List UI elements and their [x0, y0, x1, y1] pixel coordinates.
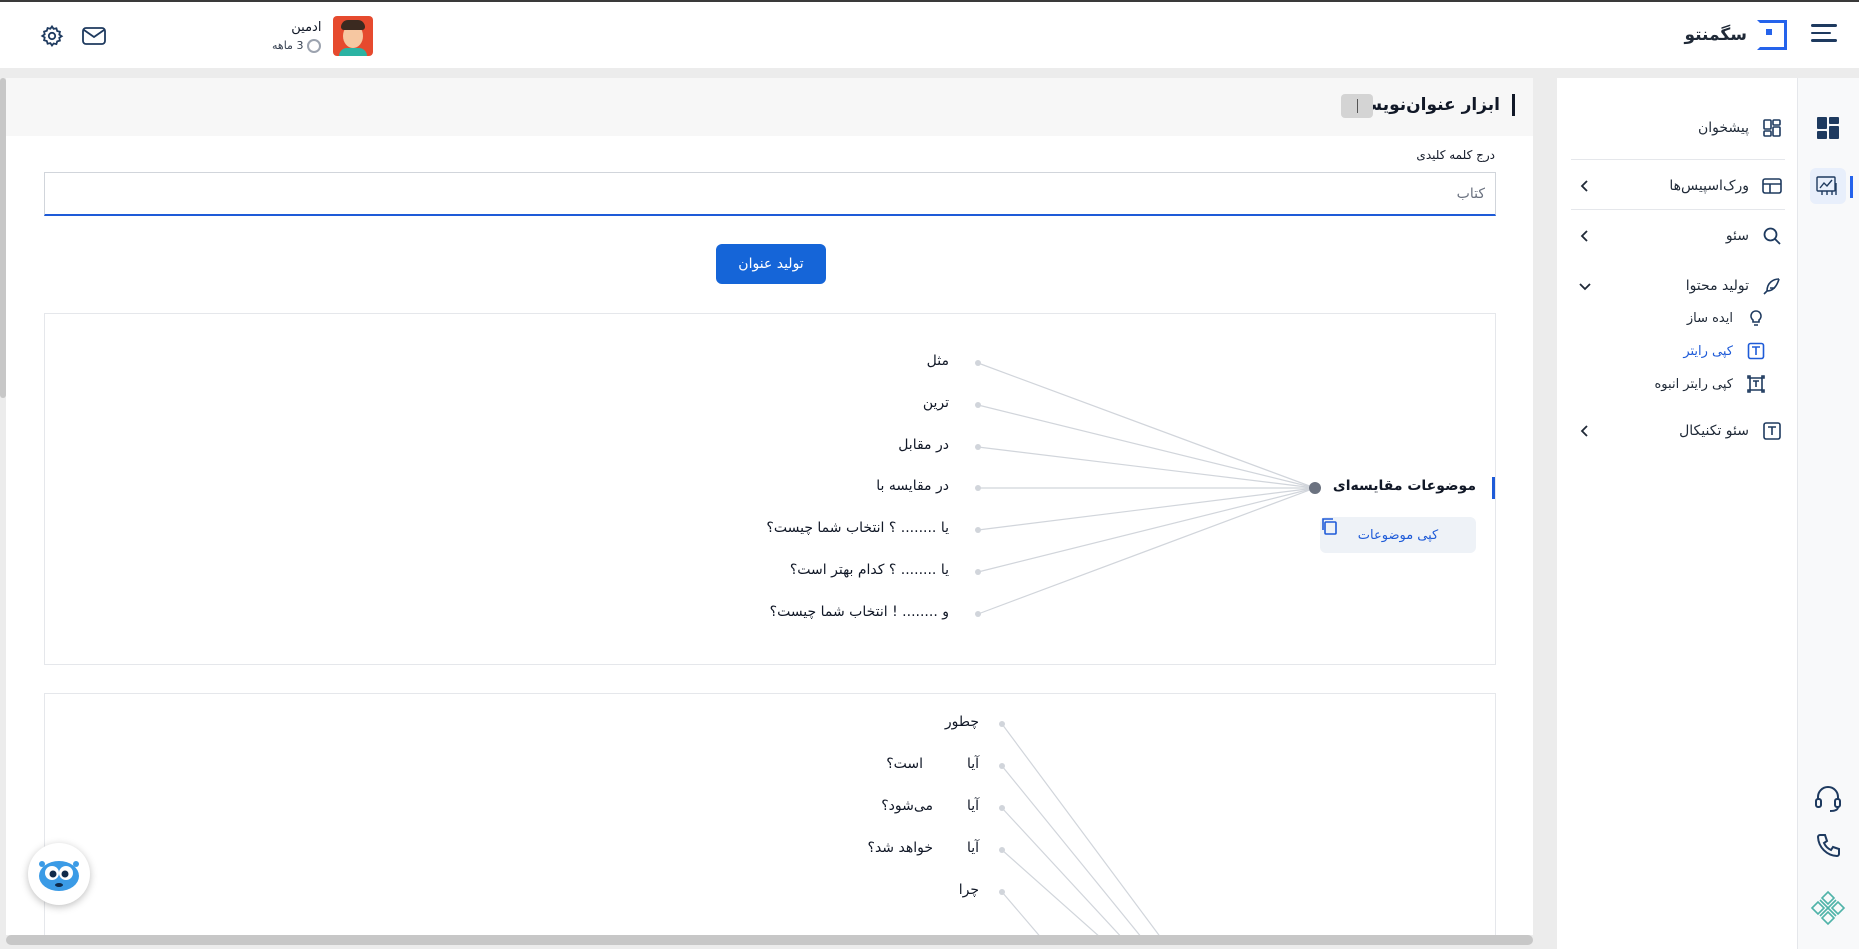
chevron-left-icon[interactable]: [1575, 421, 1595, 441]
top-bar: سگمنتو ادمین 3 ماهه: [0, 0, 1859, 68]
phone-icon[interactable]: [1810, 828, 1846, 864]
keyword-field-label: درج کلمه کلیدی: [1416, 148, 1495, 162]
root-label: موضوعات مقایسه‌ای: [1332, 478, 1476, 494]
feather-icon: [1761, 275, 1783, 297]
tree-leaf: ترین: [922, 395, 949, 411]
plan-status-icon: [307, 38, 322, 53]
search-icon: [1761, 225, 1783, 247]
tree-leaf-lead: آیا: [966, 756, 979, 772]
tree-leaf-tail: است؟: [886, 756, 923, 772]
tree-leaf-lead: آیا: [966, 798, 979, 814]
tree-leaf-tail: می‌شود؟: [881, 798, 933, 814]
sidebar-subitem-bulk-copywriter[interactable]: کپی رایتر انبوه: [1589, 369, 1767, 399]
sidebar-toggle-button[interactable]: [1341, 94, 1373, 118]
sidebar-subitem-label: کپی رایتر انبوه: [1654, 376, 1734, 392]
horizontal-scrollbar[interactable]: [6, 935, 1533, 945]
analytics-icon[interactable]: [1810, 168, 1846, 204]
sidebar-subitem-copywriter[interactable]: کپی رایتر: [1589, 336, 1767, 366]
sidebar: پیشخوان ورک‌اسپیس‌ها سئو تولید: [1557, 78, 1797, 949]
robot-mascot-icon: [39, 861, 79, 891]
title-tree-panel: موضوعات مقایسه‌ای کپی موضوعات مثل ترین د…: [44, 313, 1496, 665]
dashboard-icon[interactable]: [1810, 110, 1846, 146]
text-t-icon: [1745, 340, 1767, 362]
sidebar-item-content[interactable]: تولید محتوا: [1571, 266, 1783, 306]
sidebar-item-label: تولید محتوا: [1685, 278, 1749, 294]
chevron-left-icon[interactable]: [1575, 176, 1595, 196]
chevron-left-icon[interactable]: [1575, 226, 1595, 246]
sidebar-subitem-idea-maker[interactable]: ایده ساز: [1589, 303, 1767, 333]
pattern-logo-icon: [1810, 890, 1846, 926]
tree-leaf: و ........ ! انتخاب شما چیست؟: [769, 604, 949, 620]
chevron-down-icon[interactable]: [1575, 276, 1595, 296]
sidebar-item-label: سئو تکنیکال: [1679, 423, 1749, 439]
sidebar-item-technical-seo[interactable]: سئو تکنیکال: [1571, 411, 1783, 451]
generate-title-button[interactable]: تولید عنوان: [716, 244, 826, 284]
tree-leaf-lead: آیا: [966, 840, 979, 856]
root-indicator: [1492, 477, 1495, 499]
tree-leaf-lead: چرا: [958, 882, 979, 898]
tree-leaf-tail: خواهد شد؟: [867, 840, 933, 856]
mail-icon[interactable]: [80, 22, 108, 50]
tree-leaf: مثل: [926, 353, 949, 369]
tree-leaf: یا ........ ؟ انتخاب شما چیست؟: [766, 520, 949, 536]
bulk-text-icon: [1745, 373, 1767, 395]
avatar[interactable]: [333, 16, 374, 56]
page-header: ابزار عنوان‌نویس: [6, 78, 1533, 136]
hamburger-menu-icon[interactable]: [1811, 24, 1837, 46]
dashboard-outline-icon: [1761, 117, 1783, 139]
sidebar-item-dashboard[interactable]: پیشخوان: [1571, 108, 1783, 148]
brand-logo: [1757, 20, 1787, 50]
tree-connectors-2: [999, 721, 1160, 935]
sidebar-item-workspaces[interactable]: ورک‌اسپیس‌ها: [1571, 166, 1783, 206]
sidebar-item-seo[interactable]: سئو: [1571, 216, 1783, 256]
icon-rail: [1797, 78, 1859, 949]
sidebar-item-label: پیشخوان: [1697, 120, 1749, 136]
rail-active-indicator: [1850, 176, 1853, 198]
title-tree-panel-2: چطور آیا است؟ آیا می‌شود؟ آیا خواهد شد؟ …: [44, 693, 1496, 935]
sidebar-item-label: سئو: [1725, 228, 1749, 244]
lightbulb-icon: [1745, 307, 1767, 329]
main-content: ابزار عنوان‌نویس درج کلمه کلیدی تولید عن…: [6, 78, 1533, 935]
tree-leaf: یا ........ ؟ کدام بهتر است؟: [789, 562, 949, 578]
brand[interactable]: سگمنتو: [1684, 20, 1787, 50]
gear-icon[interactable]: [38, 22, 66, 50]
user-plan: 3 ماهه: [272, 38, 322, 53]
divider: [1571, 159, 1785, 160]
copy-icon: [1322, 518, 1337, 535]
headset-icon[interactable]: [1810, 780, 1846, 816]
user-plan-label: 3 ماهه: [272, 39, 304, 52]
user-name: ادمین: [291, 19, 322, 35]
tree-leaf: در مقابل: [898, 437, 949, 453]
brand-name: سگمنتو: [1684, 25, 1747, 45]
copy-topics-label: کپی موضوعات: [1357, 527, 1439, 543]
divider: [1571, 209, 1785, 210]
sidebar-subitem-label: کپی رایتر: [1683, 343, 1733, 359]
sidebar-subitem-label: ایده ساز: [1686, 310, 1733, 326]
workspace-icon: [1761, 175, 1783, 197]
page-title: ابزار عنوان‌نویس: [1359, 94, 1515, 116]
text-t-icon: [1761, 420, 1783, 442]
chatbot-launcher[interactable]: [28, 843, 90, 905]
copy-topics-button[interactable]: کپی موضوعات: [1320, 517, 1476, 553]
sidebar-item-label: ورک‌اسپیس‌ها: [1669, 178, 1749, 194]
user-profile[interactable]: ادمین 3 ماهه: [272, 16, 374, 56]
tree-leaf: در مقایسه با: [876, 478, 949, 494]
root-node: [1309, 482, 1321, 494]
keyword-input[interactable]: [44, 172, 1496, 216]
vertical-scrollbar[interactable]: [0, 78, 6, 398]
tree-leaf-lead: چطور: [944, 714, 979, 730]
